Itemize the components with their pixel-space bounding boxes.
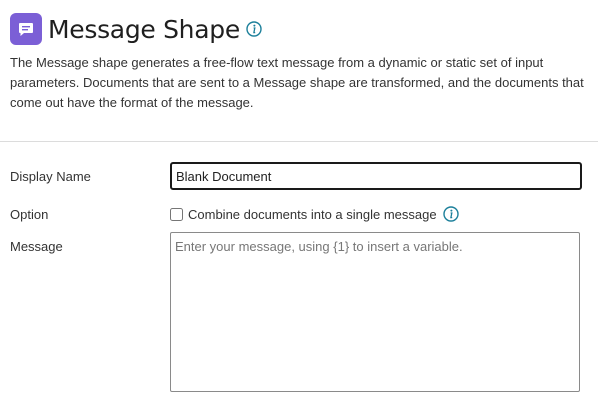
page-title: Message Shape (48, 14, 240, 44)
message-textarea[interactable] (170, 232, 580, 392)
divider (0, 141, 598, 142)
header: Message Shape (10, 12, 262, 46)
info-icon[interactable] (246, 21, 262, 37)
combine-documents-checkbox[interactable] (170, 207, 183, 221)
combine-documents-option: Combine documents into a single message (170, 205, 459, 223)
message-label: Message (10, 239, 63, 254)
message-bubble-icon (10, 13, 42, 45)
message-shape-dialog: Message Shape The Message shape generate… (0, 0, 598, 404)
display-name-label: Display Name (10, 169, 91, 184)
shape-description: The Message shape generates a free-flow … (10, 55, 584, 110)
info-icon[interactable] (442, 206, 459, 222)
display-name-input[interactable] (170, 162, 582, 190)
combine-documents-label[interactable]: Combine documents into a single message (188, 207, 437, 222)
option-label: Option (10, 207, 49, 222)
